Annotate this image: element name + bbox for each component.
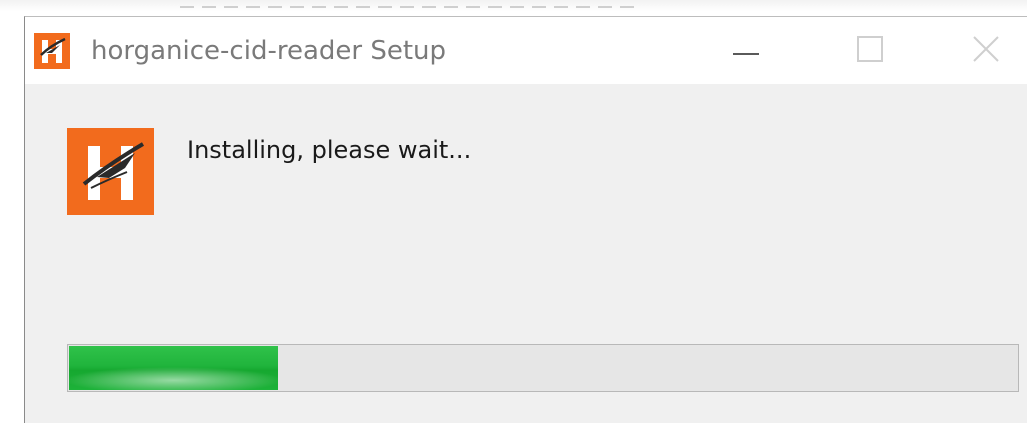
window-title: horganice-cid-reader Setup [91, 36, 447, 66]
title-bar[interactable]: horganice-cid-reader Setup [25, 17, 1027, 84]
minimize-icon [733, 41, 759, 60]
install-progress-bar [67, 344, 1019, 392]
minimize-button[interactable] [700, 17, 792, 84]
close-icon [972, 35, 1000, 67]
install-status-text: Installing, please wait... [187, 136, 472, 164]
maximize-icon [857, 35, 883, 66]
app-logo-icon [34, 33, 70, 69]
horganice-logo-icon [67, 128, 154, 215]
maximize-button[interactable] [824, 17, 916, 84]
close-button[interactable] [940, 17, 1027, 84]
background-desktop [0, 0, 1027, 16]
setup-window: horganice-cid-reader Setup Installing, p… [24, 16, 1027, 423]
progress-fill [69, 346, 278, 390]
